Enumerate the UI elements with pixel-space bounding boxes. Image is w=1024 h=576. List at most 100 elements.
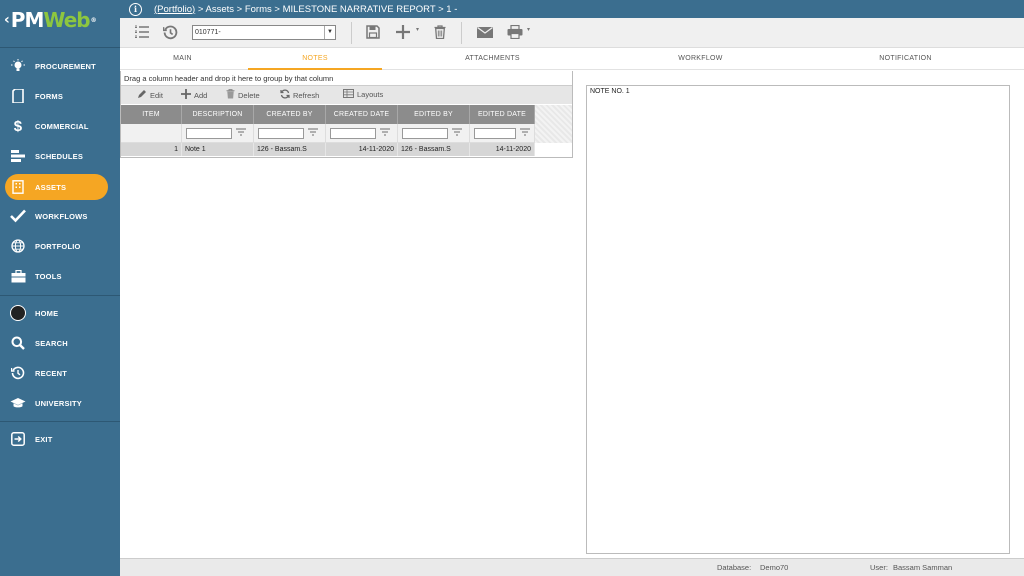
nav-item-recent[interactable]: RECENT: [0, 360, 120, 386]
chevron-down-icon[interactable]: ▾: [416, 26, 419, 33]
grid-filter-row: [121, 124, 535, 143]
edit-button[interactable]: Edit: [137, 89, 163, 101]
grid-header-filler: [535, 105, 572, 143]
breadcrumb-path: > Assets > Forms > MILESTONE NARRATIVE R…: [195, 3, 458, 15]
cell-created-date: 14-11-2020: [326, 143, 398, 156]
note-preview-text: NOTE NO. 1: [590, 88, 630, 95]
delete-label: Delete: [238, 90, 260, 100]
graduation-cap-icon: [10, 395, 26, 411]
tab-notification[interactable]: NOTIFICATION: [838, 48, 973, 70]
save-icon[interactable]: [366, 25, 380, 39]
dollar-icon: $: [13, 117, 23, 135]
cell-created-by: 126 - Bassam.S: [254, 143, 326, 156]
tab-notes[interactable]: NOTES: [248, 48, 382, 70]
info-icon[interactable]: i: [129, 2, 142, 16]
column-header-description[interactable]: DESCRIPTION: [182, 105, 254, 124]
filter-cell-item: [121, 124, 182, 143]
nav-label: ASSETS: [35, 182, 67, 192]
nav-item-search[interactable]: SEARCH: [0, 330, 120, 356]
filter-icon[interactable]: [380, 128, 390, 138]
nav-item-schedules[interactable]: SCHEDULES: [0, 143, 120, 169]
edit-label: Edit: [150, 90, 163, 100]
nav-label: HOME: [35, 308, 59, 318]
nav-label: PORTFOLIO: [35, 241, 81, 251]
tab-bar: MAIN NOTES ATTACHMENTS WORKFLOW NOTIFICA…: [120, 48, 1024, 70]
nav-label: FORMS: [35, 91, 64, 101]
filter-input-edited-by[interactable]: [402, 128, 448, 139]
table-row[interactable]: 1 Note 1 126 - Bassam.S 14-11-2020 126 -…: [121, 143, 535, 156]
email-icon[interactable]: [477, 27, 493, 38]
database-label: Database:: [717, 563, 752, 572]
print-icon[interactable]: [507, 25, 523, 39]
column-header-edited-by[interactable]: EDITED BY: [398, 105, 470, 124]
history-icon: [10, 365, 26, 381]
nav-item-commercial[interactable]: $ COMMERCIAL: [0, 113, 120, 139]
toolbar: 010771- ▼ ▾ ▾: [120, 18, 1024, 48]
filter-input-created-date[interactable]: [330, 128, 376, 139]
column-header-created-date[interactable]: CREATED DATE: [326, 105, 398, 124]
nav-item-home[interactable]: HOME: [0, 300, 120, 326]
breadcrumb-portfolio-link[interactable]: (Portfolio): [154, 4, 195, 15]
plus-icon: [181, 89, 191, 101]
note-preview-panel[interactable]: NOTE NO. 1: [586, 85, 1010, 554]
avatar: [10, 305, 26, 321]
filter-icon[interactable]: [308, 128, 318, 138]
refresh-icon: [280, 89, 290, 101]
chevron-down-icon[interactable]: ▼: [324, 26, 335, 39]
globe-icon: [10, 238, 26, 254]
nav-label: WORKFLOWS: [35, 211, 88, 221]
add-label: Add: [194, 90, 208, 100]
filter-icon[interactable]: [452, 128, 462, 138]
cell-edited-by: 126 - Bassam.S: [398, 143, 470, 156]
breadcrumb-bar: i (Portfolio) > Assets > Forms > MILESTO…: [120, 0, 1024, 18]
nav-item-assets[interactable]: ASSETS: [5, 174, 108, 200]
nav-item-tools[interactable]: TOOLS: [0, 263, 120, 289]
filter-cell-created-date: [326, 124, 398, 143]
exit-icon: [10, 431, 26, 447]
collapse-sidebar-icon[interactable]: ‹: [4, 12, 10, 28]
filter-icon[interactable]: [520, 128, 530, 138]
record-select[interactable]: 010771- ▼: [192, 25, 336, 40]
filter-input-description[interactable]: [186, 128, 232, 139]
filter-input-edited-date[interactable]: [474, 128, 516, 139]
nav-label: COMMERCIAL: [35, 121, 89, 131]
column-header-item[interactable]: ITEM: [121, 105, 182, 124]
layouts-button[interactable]: Layouts: [343, 89, 383, 100]
logo-text-pm: PM: [10, 8, 45, 32]
nav-label: SEARCH: [35, 338, 68, 348]
layouts-label: Layouts: [357, 90, 384, 99]
pmweb-logo[interactable]: ‹ PM Web ®: [0, 0, 120, 40]
avatar-icon: [10, 305, 26, 321]
tab-attachments[interactable]: ATTACHMENTS: [425, 48, 560, 70]
add-button[interactable]: Add: [181, 89, 207, 101]
user-label: User:: [870, 563, 888, 572]
sidebar-divider: [0, 421, 120, 422]
toolbox-icon: [10, 268, 26, 284]
delete-button[interactable]: Delete: [226, 89, 260, 101]
list-icon[interactable]: [134, 25, 150, 39]
column-header-created-by[interactable]: CREATED BY: [254, 105, 326, 124]
filter-cell-edited-by: [398, 124, 470, 143]
nav-label: TOOLS: [35, 271, 62, 281]
history-icon[interactable]: [163, 25, 178, 40]
chevron-down-icon[interactable]: ▾: [527, 26, 530, 33]
tab-main[interactable]: MAIN: [120, 48, 245, 70]
nav-item-workflows[interactable]: WORKFLOWS: [0, 203, 120, 229]
checkmark-icon: [10, 208, 26, 224]
refresh-button[interactable]: Refresh: [280, 89, 319, 101]
add-icon[interactable]: [395, 24, 411, 40]
filter-icon[interactable]: [236, 128, 246, 138]
filter-input-created-by[interactable]: [258, 128, 304, 139]
cell-item: 1: [121, 143, 182, 156]
tab-workflow[interactable]: WORKFLOW: [633, 48, 768, 70]
nav-label: RECENT: [35, 368, 68, 378]
trash-icon[interactable]: [434, 25, 446, 39]
pencil-icon: [137, 89, 147, 101]
nav-item-university[interactable]: UNIVERSITY: [0, 390, 120, 416]
group-by-hint[interactable]: Drag a column header and drop it here to…: [121, 71, 572, 86]
column-header-edited-date[interactable]: EDITED DATE: [470, 105, 535, 124]
nav-item-forms[interactable]: FORMS: [0, 83, 120, 109]
nav-item-exit[interactable]: EXIT: [0, 426, 120, 452]
nav-item-procurement[interactable]: PROCUREMENT: [0, 53, 120, 79]
nav-item-portfolio[interactable]: PORTFOLIO: [0, 233, 120, 259]
